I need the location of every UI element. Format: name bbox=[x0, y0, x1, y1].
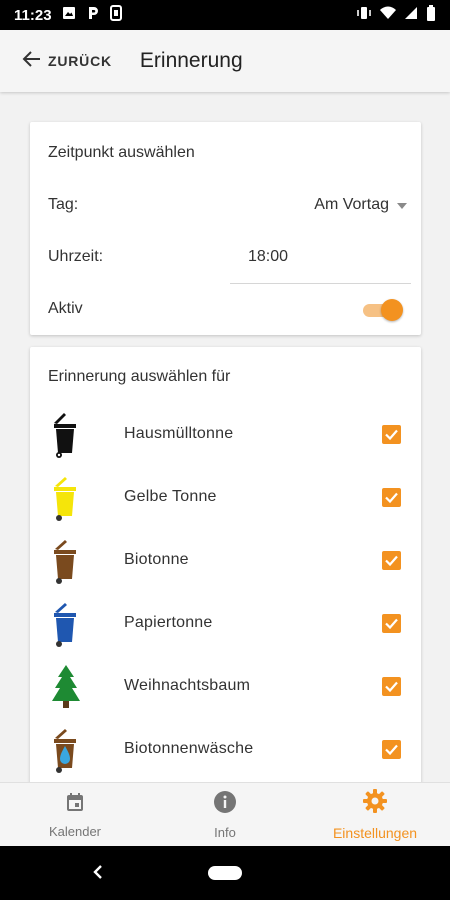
bin-label: Biotonnenwäsche bbox=[124, 740, 254, 757]
calendar-icon bbox=[64, 791, 86, 818]
toggle-knob bbox=[381, 299, 403, 321]
christmas-tree-icon bbox=[50, 663, 82, 711]
checkbox-gelbe-tonne[interactable] bbox=[382, 488, 401, 507]
nav-kalender[interactable]: Kalender bbox=[0, 783, 150, 846]
list-item: Papiertonne bbox=[30, 594, 421, 654]
bin-selection-card: Erinnerung auswählen für Hausmülltonne G… bbox=[30, 347, 421, 782]
check-icon bbox=[385, 681, 398, 693]
nav-label-kalender: Kalender bbox=[48, 823, 102, 839]
check-icon bbox=[385, 744, 398, 756]
list-item: Biotonne bbox=[30, 531, 421, 591]
arrow-left-icon bbox=[22, 49, 42, 74]
nav-label-einstellungen: Einstellungen bbox=[332, 825, 418, 841]
time-label: Uhrzeit: bbox=[48, 248, 104, 265]
nav-info[interactable]: Info bbox=[150, 783, 300, 846]
checkbox-biotonnenwaesche[interactable] bbox=[382, 740, 401, 759]
back-label: ZURÜCK bbox=[48, 53, 112, 69]
sim-icon bbox=[109, 5, 122, 25]
check-icon bbox=[385, 429, 398, 441]
signal-icon bbox=[404, 6, 418, 24]
check-icon bbox=[385, 555, 398, 567]
bottom-navigation: Kalender Info Einstellungen bbox=[0, 782, 450, 846]
app-bar: ZURÜCK Erinnerung bbox=[0, 30, 450, 92]
check-icon bbox=[385, 618, 398, 630]
active-toggle[interactable] bbox=[361, 298, 403, 322]
black-bin-icon bbox=[50, 411, 82, 459]
brown-bin-icon bbox=[50, 537, 82, 585]
nav-einstellungen[interactable]: Einstellungen bbox=[300, 783, 450, 846]
card-title-time: Zeitpunkt auswählen bbox=[48, 144, 195, 161]
list-item: Hausmülltonne bbox=[30, 405, 421, 465]
main-content[interactable]: Zeitpunkt auswählen Tag: Am Vortag Uhrze… bbox=[0, 92, 450, 782]
back-button[interactable]: ZURÜCK bbox=[22, 49, 112, 74]
time-settings-card: Zeitpunkt auswählen Tag: Am Vortag Uhrze… bbox=[30, 122, 421, 335]
image-icon bbox=[62, 6, 76, 24]
battery-icon bbox=[426, 5, 436, 25]
card-title-bins: Erinnerung auswählen für bbox=[48, 368, 231, 385]
bin-label: Weihnachtsbaum bbox=[124, 677, 251, 694]
list-item: Gelbe Tonne bbox=[30, 468, 421, 528]
yellow-bin-icon bbox=[50, 474, 82, 522]
list-item: Biotonnenwäsche bbox=[30, 720, 421, 780]
day-select-value: Am Vortag bbox=[314, 196, 389, 213]
active-label: Aktiv bbox=[48, 300, 83, 317]
parking-icon bbox=[86, 6, 100, 24]
status-bar: 11:23 bbox=[0, 0, 450, 30]
system-navigation-bar bbox=[0, 846, 450, 900]
day-select[interactable]: Am Vortag bbox=[314, 196, 407, 214]
system-home-button[interactable] bbox=[208, 866, 242, 880]
blue-bin-icon bbox=[50, 600, 82, 648]
checkbox-biotonne[interactable] bbox=[382, 551, 401, 570]
bin-wash-icon bbox=[50, 726, 82, 774]
bin-label: Hausmülltonne bbox=[124, 425, 234, 442]
nav-label-info: Info bbox=[214, 824, 236, 840]
checkbox-papiertonne[interactable] bbox=[382, 614, 401, 633]
bin-label: Papiertonne bbox=[124, 614, 213, 631]
info-icon bbox=[213, 790, 237, 819]
list-item: Weihnachtsbaum bbox=[30, 657, 421, 717]
wifi-icon bbox=[380, 6, 396, 24]
vibrate-icon bbox=[356, 6, 372, 24]
day-label: Tag: bbox=[48, 196, 79, 213]
bin-label: Gelbe Tonne bbox=[124, 488, 217, 505]
time-input[interactable]: 18:00 bbox=[230, 240, 411, 284]
page-title: Erinnerung bbox=[139, 49, 243, 72]
checkbox-weihnachtsbaum[interactable] bbox=[382, 677, 401, 696]
check-icon bbox=[385, 492, 398, 504]
status-time: 11:23 bbox=[14, 6, 52, 24]
bin-label: Biotonne bbox=[124, 551, 189, 568]
system-back-icon[interactable] bbox=[90, 863, 106, 886]
checkbox-hausmuelltonne[interactable] bbox=[382, 425, 401, 444]
dropdown-arrow-icon bbox=[397, 196, 407, 214]
settings-gear-icon bbox=[362, 788, 388, 819]
